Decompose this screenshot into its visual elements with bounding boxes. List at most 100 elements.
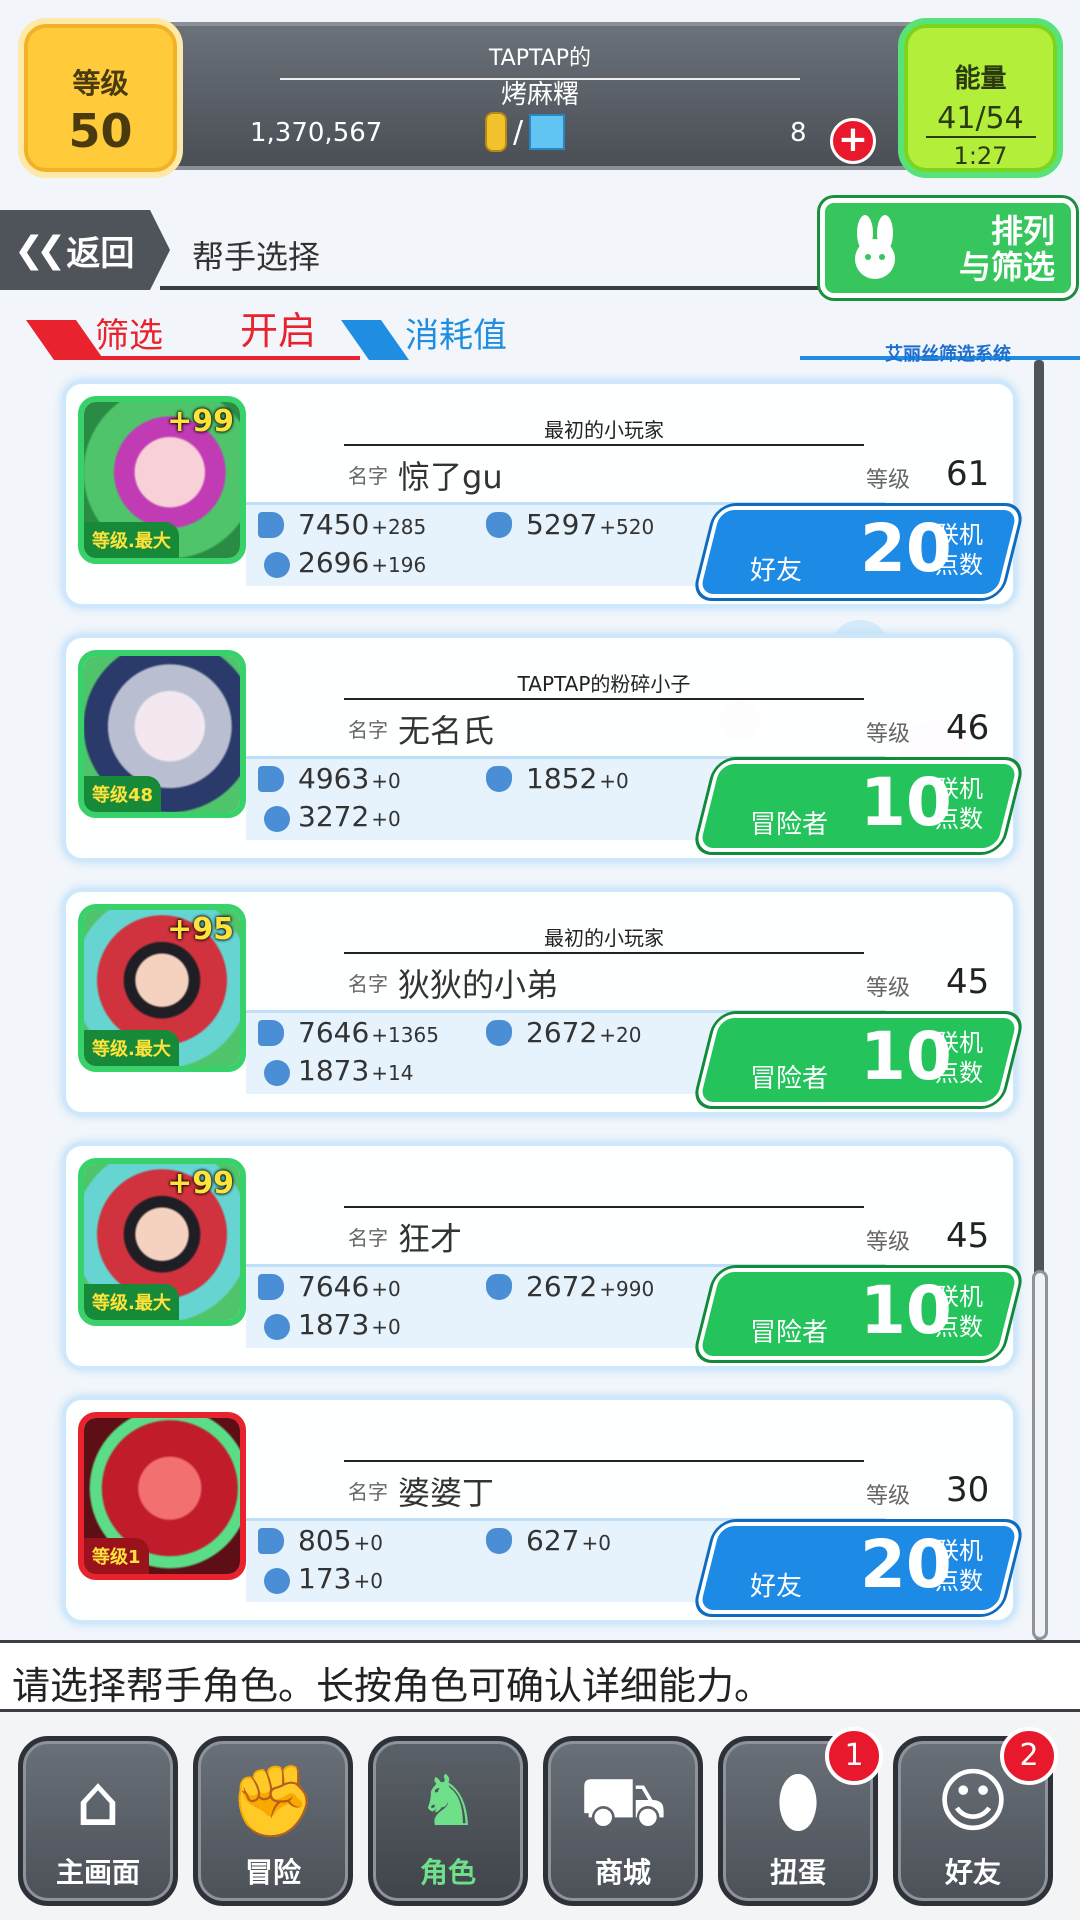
helper-type: 好友 (750, 1572, 803, 1602)
attack-stat: 7646 +1365 (298, 1016, 439, 1049)
helper-name: 婆婆丁 (398, 1474, 495, 1512)
attack-icon (258, 1020, 284, 1046)
player-name: 烤麻糬 (500, 80, 579, 110)
helper-name: 惊了gu (398, 458, 503, 496)
nav-gacha-button[interactable]: ⬮ 扭蛋 1 (718, 1727, 883, 1906)
helper-card[interactable]: +95 等级.最大 最初的小玩家 名字 狄狄的小弟 等级 45 7646 +136… (62, 888, 1023, 1116)
defense-stat: 5297 +520 (526, 508, 655, 541)
nav-label: 主画面 (55, 1856, 140, 1889)
buy-gems-button[interactable]: + (830, 118, 876, 164)
nav-shop-button[interactable]: ⛟ 商城 (543, 1736, 703, 1906)
attack-stat: 4963 +0 (298, 762, 401, 795)
nav-character-button[interactable]: ♞ 角色 (368, 1736, 528, 1906)
level-label: 等级 (866, 1484, 911, 1509)
helper-type: 好友 (750, 556, 803, 586)
nav-home-button[interactable]: ⌂ 主画面 (18, 1736, 178, 1906)
helper-avatar: +99 等级.最大 (78, 396, 246, 564)
defense-stat: 1852 +0 (526, 762, 629, 795)
energy-box[interactable]: 能量 41/54 1:27 (898, 18, 1063, 178)
hp-stat: 3272 +0 (298, 800, 401, 833)
title-bar: ❮❮ 返回 帮手选择 排列 与筛选 (0, 198, 1080, 298)
nav-label: 扭蛋 (769, 1856, 826, 1889)
avatar-level: 等级.最大 (84, 1030, 179, 1066)
notification-badge: 1 (825, 1727, 883, 1785)
helper-card[interactable]: 等级1 名字 婆婆丁 等级 30 805 +0 627 +0 173 +0 好友 20… (62, 1396, 1023, 1624)
heart-icon (264, 1568, 290, 1594)
avatar-level: 等级.最大 (84, 1284, 179, 1320)
gem-icon (529, 114, 566, 150)
level-label: 等级 (866, 976, 911, 1001)
helper-name: 狂才 (398, 1220, 463, 1258)
heart-icon (264, 1060, 290, 1086)
home-icon: ⌂ (75, 1760, 121, 1842)
scrollbar-thumb[interactable] (1032, 1270, 1048, 1640)
nav-label: 冒险 (244, 1856, 301, 1889)
page-title: 帮手选择 (192, 238, 321, 276)
attack-icon (258, 512, 284, 538)
bottom-nav: ⌂ 主画面 ✊ 冒险 ♞ 角色 ⛟ 商城 ⬮ 扭蛋 1 ☺ 好友 2 (0, 1716, 1080, 1920)
filter-label[interactable]: 筛选 (95, 308, 163, 357)
red-underline (60, 356, 360, 360)
helper-level: 46 (946, 708, 990, 748)
sort-filter-button[interactable]: 排列 与筛选 (820, 198, 1076, 298)
energy-label: 能量 (954, 64, 1007, 94)
back-button[interactable]: ❮❮ 返回 (0, 210, 170, 290)
fist-icon (486, 1274, 512, 1300)
blue-stripe (340, 320, 410, 360)
gem-amount: 8 (790, 118, 807, 148)
helper-list: +99 等级.最大 最初的小玩家 名字 惊了gu 等级 61 7450 +285 … (62, 380, 1023, 1650)
plus-value: +99 (167, 404, 234, 439)
level-label: 等级 (866, 468, 911, 493)
heart-icon (264, 806, 290, 832)
helper-tag: 最初的小玩家 (544, 418, 664, 442)
name-label: 名字 (348, 464, 388, 488)
helper-level: 45 (946, 962, 990, 1002)
nav-friends-button[interactable]: ☺ 好友 2 (893, 1727, 1058, 1906)
coop-points-label: 联机点数 (935, 521, 983, 579)
level-label: 等级 (866, 722, 911, 747)
avatar-level: 等级.最大 (84, 522, 179, 558)
level-value: 50 (68, 104, 133, 158)
avatar-level: 等级1 (84, 1538, 149, 1574)
filter-state[interactable]: 开启 (240, 300, 316, 355)
helper-card[interactable]: +99 等级.最大 名字 狂才 等级 45 7646 +0 2672 +990 18… (62, 1142, 1023, 1370)
nav-adventure-button[interactable]: ✊ 冒险 (193, 1736, 353, 1906)
energy-timer: 1:27 (953, 142, 1008, 170)
coop-points-label: 联机点数 (935, 775, 983, 833)
helper-name: 无名氏 (398, 712, 495, 750)
helper-tag: 最初的小玩家 (544, 926, 664, 950)
attack-icon (258, 766, 284, 792)
nav-label: 角色 (419, 1856, 476, 1889)
coop-points-badge: 好友 20 联机点数 (694, 1522, 1023, 1614)
coop-points-badge: 冒险者 10 联机点数 (694, 1014, 1023, 1106)
red-stripe (25, 320, 105, 360)
fist-icon (486, 766, 512, 792)
level-label: 等级 (866, 1230, 911, 1255)
helper-name: 狄狄的小弟 (398, 966, 559, 1004)
helper-card[interactable]: +99 等级.最大 最初的小玩家 名字 惊了gu 等级 61 7450 +285 … (62, 380, 1023, 608)
coop-points-label: 联机点数 (935, 1537, 983, 1595)
hp-stat: 1873 +0 (298, 1308, 401, 1341)
helper-type: 冒险者 (750, 1064, 829, 1094)
defense-stat: 627 +0 (526, 1524, 611, 1557)
heart-icon (264, 1314, 290, 1340)
bunny-icon (855, 215, 895, 279)
cart-icon: ⛟ (578, 1760, 668, 1842)
cost-label[interactable]: 消耗值 (405, 308, 507, 357)
energy-value: 41/54 (925, 101, 1036, 138)
hp-stat: 173 +0 (298, 1562, 383, 1595)
double-chevron-left-icon: ❮❮ (14, 229, 66, 271)
handshake-icon: ✊ (229, 1760, 317, 1842)
helper-avatar: +99 等级.最大 (78, 1158, 246, 1326)
plus-value: +95 (167, 912, 234, 947)
name-label: 名字 (348, 718, 388, 742)
nav-label: 商城 (594, 1856, 651, 1889)
name-label: 名字 (348, 1226, 388, 1250)
fist-icon (486, 512, 512, 538)
nav-label: 好友 (944, 1856, 1001, 1889)
helper-card[interactable]: 等级48 TAPTAP的粉碎小子 名字 无名氏 等级 46 4963 +0 185… (62, 634, 1023, 862)
helper-level: 30 (946, 1470, 990, 1510)
helper-level: 61 (946, 454, 990, 494)
heart-icon (264, 552, 290, 578)
hp-stat: 1873 +14 (298, 1054, 414, 1087)
